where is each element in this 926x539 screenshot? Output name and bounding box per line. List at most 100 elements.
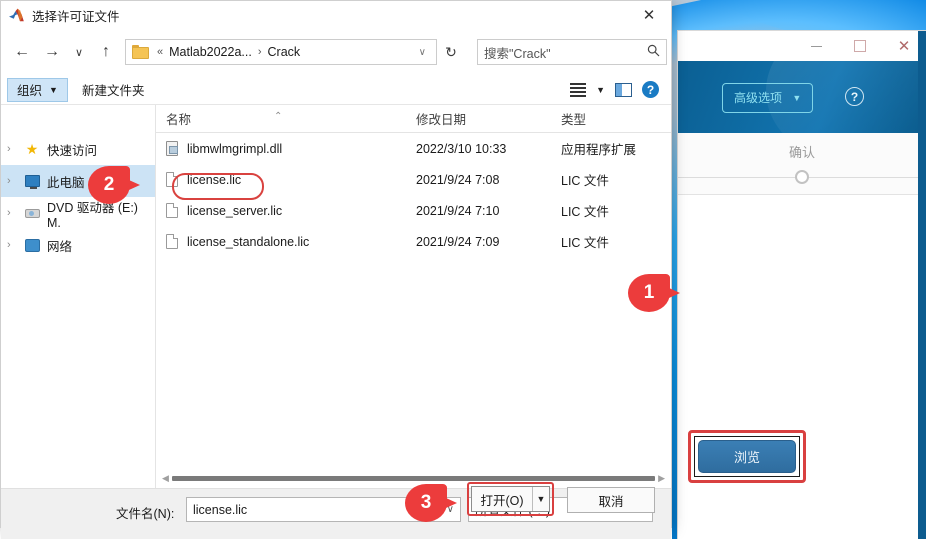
file-date-cell: 2021/9/24 7:08 xyxy=(416,172,500,187)
refresh-icon[interactable]: ↻ xyxy=(437,39,465,65)
chevron-right-icon[interactable]: › xyxy=(7,143,23,155)
installer-step-indicator: 确认 xyxy=(678,133,926,195)
step-label: 确认 xyxy=(788,145,815,160)
address-chevron-down-icon[interactable]: ∨ xyxy=(413,47,432,58)
dialog-close-icon[interactable]: ✕ xyxy=(627,1,671,29)
new-folder-button[interactable]: 新建文件夹 xyxy=(82,80,145,99)
chevron-down-icon[interactable]: ∨ xyxy=(447,504,454,515)
file-type-cell: LIC 文件 xyxy=(561,236,609,250)
breadcrumb-item-1[interactable]: Crack xyxy=(266,45,303,59)
chevron-down-icon: ▼ xyxy=(49,84,58,95)
breadcrumb-item-0[interactable]: Matlab2022a... xyxy=(167,45,254,59)
file-list-pane: 名称 ⌃ 修改日期 类型 libmwlmgrimpl.dll 2022/3/10… xyxy=(156,105,671,488)
back-icon[interactable]: ← xyxy=(7,37,37,67)
up-icon[interactable]: ↑ xyxy=(91,37,121,67)
address-bar[interactable]: « Matlab2022a... › Crack ∨ xyxy=(125,39,437,65)
browse-button[interactable]: 浏览 xyxy=(698,440,796,473)
installer-body: 浏览 xyxy=(678,195,926,539)
generic-file-icon xyxy=(166,234,178,249)
minimize-button[interactable] xyxy=(794,31,838,61)
open-split-chevron-down-icon[interactable]: ▼ xyxy=(532,487,549,511)
breadcrumb-separator: › xyxy=(257,46,262,58)
file-name-cell: license_server.lic xyxy=(156,203,406,218)
scroll-right-icon[interactable]: ▶ xyxy=(658,473,665,484)
sidebar-item-dvd-drive[interactable]: › DVD 驱动器 (E:) M. xyxy=(1,197,155,230)
search-icon xyxy=(647,44,660,60)
sidebar-item-label: 此电脑 xyxy=(47,175,85,190)
organize-label: 组织 xyxy=(17,84,43,98)
help-icon[interactable]: ? xyxy=(642,81,659,98)
dialog-title: 选择许可证文件 xyxy=(32,9,120,24)
chevron-right-icon[interactable]: › xyxy=(7,239,23,251)
forward-icon[interactable]: → xyxy=(37,37,67,67)
horizontal-scrollbar[interactable]: ◀ ▶ xyxy=(156,472,671,485)
dialog-content: › ★ 快速访问 › 此电脑 › DVD 驱动器 (E:) M. › 网络 名称… xyxy=(1,105,671,488)
file-type-cell: 应用程序扩展 xyxy=(561,143,637,157)
dll-file-icon xyxy=(166,141,178,156)
scrollbar-thumb[interactable] xyxy=(171,476,656,481)
navigation-sidebar: › ★ 快速访问 › 此电脑 › DVD 驱动器 (E:) M. › 网络 xyxy=(1,105,156,488)
column-header-name-label: 名称 xyxy=(166,113,192,127)
advanced-options-button[interactable]: 高级选项 ▼ xyxy=(722,83,814,113)
recent-locations-icon[interactable]: ∨ xyxy=(67,37,91,67)
sidebar-item-this-pc[interactable]: › 此电脑 xyxy=(1,165,155,197)
chevron-down-icon[interactable]: ▼ xyxy=(596,85,605,95)
column-header-date[interactable]: 修改日期 xyxy=(406,109,551,128)
file-name-cell: license_standalone.lic xyxy=(156,234,406,249)
file-name-label: license_server.lic xyxy=(187,203,283,218)
file-date-cell: 2022/3/10 10:33 xyxy=(416,141,507,156)
cancel-button[interactable]: 取消 xyxy=(567,487,655,513)
help-icon[interactable]: ? xyxy=(845,87,864,106)
computer-icon xyxy=(23,173,41,189)
organize-button[interactable]: 组织 ▼ xyxy=(7,77,68,102)
sidebar-item-quick-access[interactable]: › ★ 快速访问 xyxy=(1,133,155,165)
open-button[interactable]: 打开(O) ▼ xyxy=(471,486,550,512)
table-row[interactable]: license.lic 2021/9/24 7:08 LIC 文件 xyxy=(156,164,671,195)
file-name-label: libmwlmgrimpl.dll xyxy=(187,141,283,156)
preview-pane-icon[interactable] xyxy=(615,82,632,97)
sidebar-item-network[interactable]: › 网络 xyxy=(1,229,155,261)
column-header-name[interactable]: 名称 ⌃ xyxy=(156,109,406,128)
chevron-down-icon: ▼ xyxy=(792,93,802,103)
column-header-type[interactable]: 类型 xyxy=(551,109,661,128)
sidebar-item-label: DVD 驱动器 (E:) M. xyxy=(47,200,138,230)
navigation-bar: ← → ∨ ↑ « Matlab2022a... › Crack ∨ ↻ 搜索"… xyxy=(1,29,671,75)
maximize-button[interactable] xyxy=(838,31,882,61)
sidebar-item-label: 网络 xyxy=(47,239,73,254)
generic-file-icon xyxy=(166,172,178,187)
matlab-installer-window: ✕ 高级选项 ▼ ? 确认 浏览 xyxy=(678,31,926,539)
table-row[interactable]: libmwlmgrimpl.dll 2022/3/10 10:33 应用程序扩展 xyxy=(156,133,671,164)
sort-ascending-icon: ⌃ xyxy=(274,111,283,122)
command-bar: 组织 ▼ 新建文件夹 ▼ ? xyxy=(1,75,671,105)
filename-input[interactable]: license.lic ∨ xyxy=(186,497,461,522)
search-placeholder: 搜索"Crack" xyxy=(484,46,551,61)
sidebar-item-label: 快速访问 xyxy=(47,143,98,158)
file-date-cell: 2021/9/24 7:10 xyxy=(416,203,500,218)
screenshot-root: ✕ 高级选项 ▼ ? 确认 浏览 选择许可证文件 ✕ ← → ∨ ↑ « Mat… xyxy=(0,0,926,539)
open-button-highlight: 打开(O) ▼ xyxy=(467,482,554,516)
installer-banner: 高级选项 ▼ ? xyxy=(678,61,926,133)
installer-titlebar: ✕ xyxy=(678,31,926,61)
search-input[interactable]: 搜索"Crack" xyxy=(477,39,667,65)
dialog-titlebar: 选择许可证文件 ✕ xyxy=(1,1,671,29)
generic-file-icon xyxy=(166,203,178,218)
step-dot-icon xyxy=(795,170,809,184)
file-name-cell: libmwlmgrimpl.dll xyxy=(156,141,406,156)
table-row[interactable]: license_server.lic 2021/9/24 7:10 LIC 文件 xyxy=(156,195,671,226)
file-name-label: license.lic xyxy=(187,172,242,187)
chevron-right-icon[interactable]: › xyxy=(7,175,23,187)
breadcrumb-prefix: « xyxy=(157,46,164,58)
file-open-dialog: 选择许可证文件 ✕ ← → ∨ ↑ « Matlab2022a... › Cra… xyxy=(0,0,672,539)
table-row[interactable]: license_standalone.lic 2021/9/24 7:09 LI… xyxy=(156,226,671,257)
matlab-logo-icon xyxy=(9,8,25,22)
file-type-cell: LIC 文件 xyxy=(561,174,609,188)
view-list-icon[interactable] xyxy=(570,82,587,97)
chevron-right-icon[interactable]: › xyxy=(7,207,23,219)
advanced-options-label: 高级选项 xyxy=(734,91,783,105)
scroll-left-icon[interactable]: ◀ xyxy=(162,473,169,484)
network-icon xyxy=(23,237,41,253)
filename-label: 文件名(N): xyxy=(116,507,175,521)
browse-button-focus-ring: 浏览 xyxy=(694,436,800,477)
column-headers: 名称 ⌃ 修改日期 类型 xyxy=(156,105,671,133)
folder-icon xyxy=(132,45,149,59)
